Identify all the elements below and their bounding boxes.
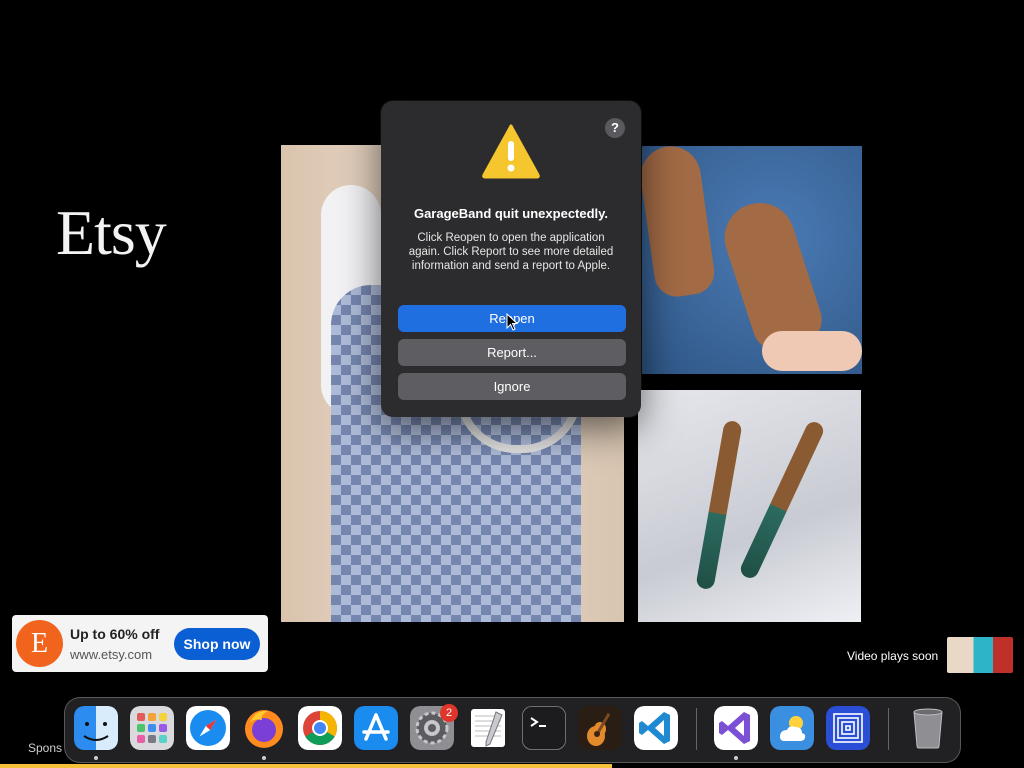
concentric-squares-icon[interactable]: [826, 706, 870, 750]
report-button[interactable]: Report...: [398, 339, 626, 366]
running-indicator: [94, 756, 98, 760]
running-indicator: [262, 756, 266, 760]
help-button[interactable]: ?: [605, 118, 625, 138]
product-photo-oven-mitts: [642, 146, 862, 374]
crash-alert-dialog: ? GarageBand quit unexpectedly. Click Re…: [381, 101, 641, 417]
product-photo-spoons: [638, 390, 861, 622]
video-thumbnail[interactable]: [947, 637, 1013, 673]
terminal-icon[interactable]: [522, 706, 566, 750]
etsy-logo: Etsy: [56, 197, 167, 268]
dock-separator: [696, 708, 697, 750]
trash-icon[interactable]: [906, 706, 950, 750]
visual-studio-icon[interactable]: [714, 706, 758, 750]
app-store-icon[interactable]: [354, 706, 398, 750]
ad-headline: Up to 60% off: [70, 626, 160, 642]
chrome-icon[interactable]: [298, 706, 342, 750]
warning-icon: [482, 124, 540, 179]
sponsored-label: Spons: [28, 741, 63, 755]
dock: [64, 697, 961, 763]
mouse-pointer-icon: [506, 313, 518, 331]
textedit-icon[interactable]: [466, 706, 510, 750]
weather-icon[interactable]: [770, 706, 814, 750]
video-progress-bar: [0, 764, 612, 768]
garageband-icon[interactable]: [578, 706, 622, 750]
dock-separator: [888, 708, 889, 750]
alert-message: Click Reopen to open the application aga…: [408, 232, 614, 272]
firefox-icon[interactable]: [242, 706, 286, 750]
etsy-e-logo: E: [16, 620, 63, 667]
shop-now-button[interactable]: Shop now: [174, 628, 260, 660]
alert-title: GarageBand quit unexpectedly.: [413, 206, 609, 221]
ad-url: www.etsy.com: [70, 647, 153, 662]
ignore-button[interactable]: Ignore: [398, 373, 626, 400]
running-indicator: [734, 756, 738, 760]
etsy-ad-card[interactable]: E Up to 60% off www.etsy.com Shop now: [12, 615, 268, 672]
safari-icon[interactable]: [186, 706, 230, 750]
video-status-text: Video plays soon: [847, 649, 939, 663]
vscode-icon[interactable]: [634, 706, 678, 750]
launchpad-icon[interactable]: [130, 706, 174, 750]
notification-badge: 2: [440, 704, 458, 722]
finder-icon[interactable]: [74, 706, 118, 750]
